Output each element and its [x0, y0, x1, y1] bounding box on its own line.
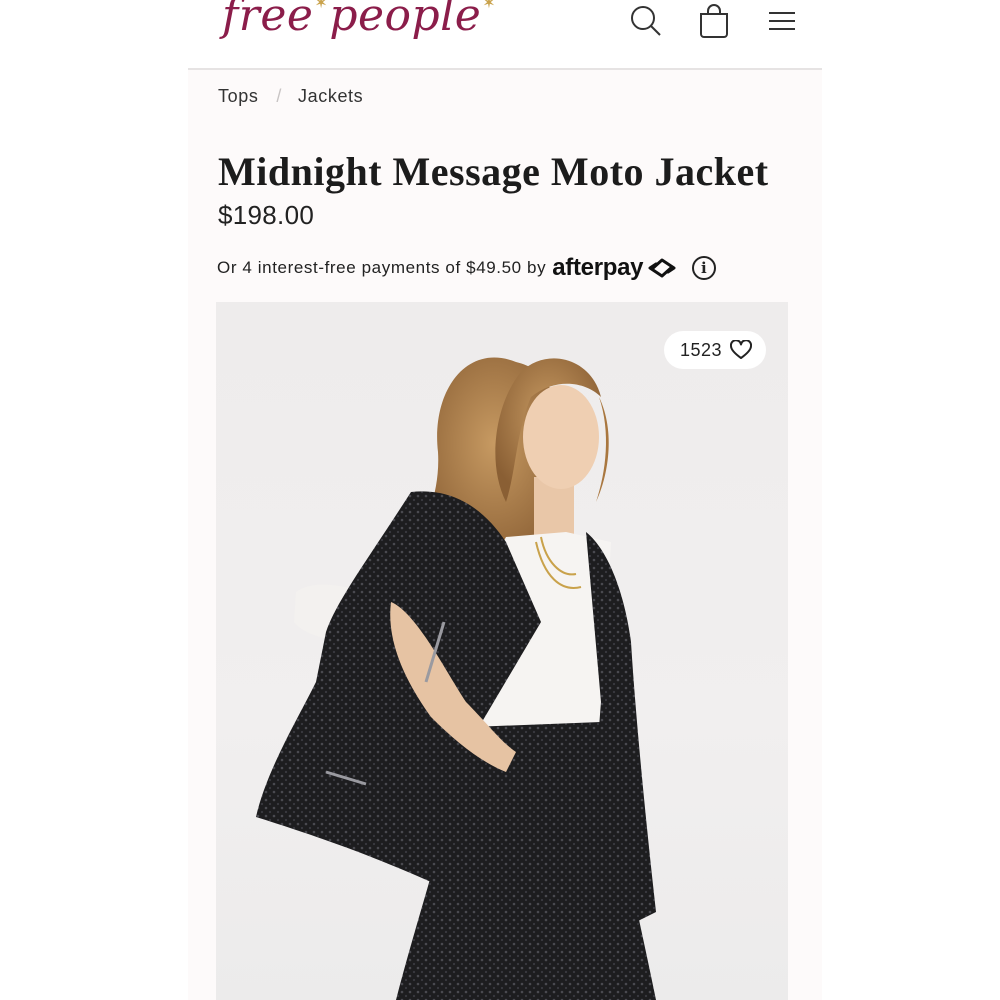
- logo-word-free: free: [222, 0, 314, 41]
- bag-icon[interactable]: [696, 2, 732, 40]
- product-title: Midnight Message Moto Jacket: [218, 149, 769, 194]
- afterpay-brand-text: afterpay: [552, 254, 644, 281]
- model-photo: [256, 357, 656, 1000]
- breadcrumb-item-tops[interactable]: Tops: [218, 86, 258, 107]
- favorite-button[interactable]: 1523: [663, 331, 766, 369]
- site-header: free✶people✶: [188, 0, 822, 70]
- breadcrumb: Tops / Jackets: [218, 86, 363, 107]
- breadcrumb-item-jackets[interactable]: Jackets: [298, 86, 363, 107]
- afterpay-text: Or 4 interest-free payments of $49.50 by: [217, 258, 547, 277]
- logo-word-people: people: [329, 0, 482, 41]
- logo-star-icon: ✶: [482, 0, 497, 12]
- afterpay-logo: afterpay: [552, 254, 678, 282]
- info-icon[interactable]: i: [692, 256, 717, 280]
- search-icon[interactable]: [628, 2, 664, 40]
- breadcrumb-separator: /: [276, 86, 283, 106]
- product-price: $198.00: [218, 200, 315, 230]
- logo-star-icon: ✶: [314, 0, 329, 12]
- heart-icon: [730, 340, 752, 359]
- afterpay-message: Or 4 interest-free payments of $49.50 by…: [217, 254, 717, 282]
- product-page: free✶people✶ Tops / Jackets Midnight Mes…: [188, 0, 822, 1000]
- product-image[interactable]: 1523: [216, 302, 788, 1000]
- free-people-logo[interactable]: free✶people✶: [222, 0, 497, 41]
- favorites-count: 1523: [679, 339, 722, 360]
- menu-icon[interactable]: [764, 2, 800, 40]
- afterpay-arrows-icon: [648, 258, 676, 278]
